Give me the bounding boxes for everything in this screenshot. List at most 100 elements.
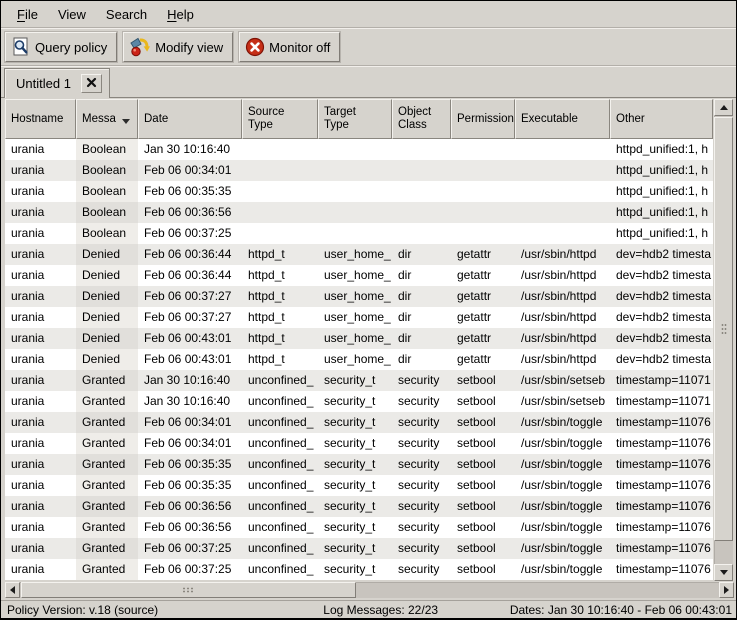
column-header-messa[interactable]: Messa [76,99,138,139]
table-row[interactable]: uraniaGrantedFeb 06 00:35:35unconfined_s… [5,475,713,496]
cell-permission: setbool [451,391,515,412]
table-row[interactable]: uraniaBooleanFeb 06 00:36:56httpd_unifie… [5,202,713,223]
cell-source-type: unconfined_ [242,454,318,475]
horizontal-scroll-thumb[interactable] [21,582,356,598]
table-row[interactable]: uraniaDeniedFeb 06 00:43:01httpd_tuser_h… [5,328,713,349]
menu-file[interactable]: File [7,3,48,26]
cell-target-type: user_home_ [318,265,392,286]
cell-messa: Granted [76,412,138,433]
menu-view[interactable]: View [48,3,96,26]
scroll-left-button[interactable] [5,582,20,598]
cell-executable: /usr/sbin/toggle [515,496,610,517]
table-row[interactable]: uraniaDeniedFeb 06 00:37:27httpd_tuser_h… [5,307,713,328]
column-header-object-class[interactable]: Object Class [392,99,451,139]
toolbar: Query policy Modify view Mo [1,29,736,66]
tab-label: Untitled 1 [16,76,71,91]
cell-executable [515,139,610,160]
cell-date: Feb 06 00:34:01 [138,160,242,181]
column-label: Date [144,113,168,126]
table-row[interactable]: uraniaGrantedFeb 06 00:37:25unconfined_s… [5,538,713,559]
cell-target-type [318,160,392,181]
table-row[interactable]: uraniaDeniedFeb 06 00:43:01httpd_tuser_h… [5,349,713,370]
table-row[interactable]: uraniaGrantedFeb 06 00:36:56unconfined_s… [5,517,713,538]
table-row[interactable]: uraniaGrantedFeb 06 00:35:35unconfined_s… [5,454,713,475]
thumb-grip-icon [721,323,727,336]
cell-source-type: unconfined_ [242,433,318,454]
table-row[interactable]: uraniaGrantedJan 30 10:16:40unconfined_s… [5,370,713,391]
cell-hostname: urania [5,370,76,391]
cell-executable: /usr/sbin/httpd [515,349,610,370]
table-row[interactable]: uraniaGrantedFeb 06 00:34:01unconfined_s… [5,412,713,433]
cell-permission: setbool [451,538,515,559]
vertical-scroll-track[interactable] [714,116,733,564]
table-row[interactable]: uraniaGrantedFeb 06 00:37:25unconfined_s… [5,559,713,580]
table-row[interactable]: uraniaDeniedFeb 06 00:37:27httpd_tuser_h… [5,286,713,307]
tab-untitled-1[interactable]: Untitled 1 [4,68,110,98]
monitor-off-button[interactable]: Monitor off [239,32,340,62]
cell-messa: Granted [76,475,138,496]
cell-date: Jan 30 10:16:40 [138,391,242,412]
cell-date: Feb 06 00:35:35 [138,181,242,202]
table-row[interactable]: uraniaGrantedFeb 06 00:36:56unconfined_s… [5,496,713,517]
vertical-scroll-thumb[interactable] [714,117,733,541]
cell-messa: Denied [76,244,138,265]
table-row[interactable]: uraniaDeniedFeb 06 00:36:44httpd_tuser_h… [5,244,713,265]
table-row[interactable]: uraniaBooleanFeb 06 00:34:01httpd_unifie… [5,160,713,181]
cell-permission: setbool [451,412,515,433]
table-row[interactable]: uraniaBooleanJan 30 10:16:40httpd_unifie… [5,139,713,160]
cell-target-type: security_t [318,496,392,517]
column-label: Messa [82,113,116,126]
cell-source-type: unconfined_ [242,517,318,538]
vertical-scrollbar[interactable] [714,99,733,581]
table-header-row: HostnameMessaDateSource TypeTarget TypeO… [5,99,713,139]
cell-executable: /usr/sbin/toggle [515,412,610,433]
table-row[interactable]: uraniaBooleanFeb 06 00:35:35httpd_unifie… [5,181,713,202]
column-header-source-type[interactable]: Source Type [242,99,318,139]
horizontal-scroll-track[interactable] [20,582,719,598]
document-search-icon [10,36,32,58]
table-row[interactable]: uraniaBooleanFeb 06 00:37:25httpd_unifie… [5,223,713,244]
cell-messa: Denied [76,328,138,349]
scroll-down-button[interactable] [714,564,733,581]
cell-executable: /usr/sbin/toggle [515,475,610,496]
column-header-target-type[interactable]: Target Type [318,99,392,139]
tab-close-button[interactable] [81,74,102,93]
monitor-off-label: Monitor off [269,40,330,55]
table-row[interactable]: uraniaGrantedFeb 06 00:34:01unconfined_s… [5,433,713,454]
cell-object-class: dir [392,328,451,349]
column-header-permission[interactable]: Permission [451,99,515,139]
cell-executable: /usr/sbin/toggle [515,538,610,559]
scroll-right-button[interactable] [719,582,734,598]
menu-help[interactable]: Help [157,3,204,26]
menu-search[interactable]: Search [96,3,157,26]
cell-target-type [318,202,392,223]
query-policy-button[interactable]: Query policy [5,32,117,62]
cell-other: dev=hdb2 timesta [610,328,713,349]
cell-other: httpd_unified:1, h [610,223,713,244]
cell-date: Feb 06 00:35:35 [138,454,242,475]
cell-date: Feb 06 00:34:01 [138,412,242,433]
modify-view-button[interactable]: Modify view [123,32,233,62]
cell-date: Feb 06 00:43:01 [138,328,242,349]
column-header-executable[interactable]: Executable [515,99,610,139]
cell-permission [451,160,515,181]
column-header-date[interactable]: Date [138,99,242,139]
column-header-other[interactable]: Other [610,99,713,139]
horizontal-scrollbar[interactable] [5,582,734,598]
cell-object-class: security [392,475,451,496]
column-label: Other [616,113,645,126]
arrow-left-icon [10,586,15,594]
table-row[interactable]: uraniaDeniedFeb 06 00:36:44httpd_tuser_h… [5,265,713,286]
cell-hostname: urania [5,496,76,517]
column-header-hostname[interactable]: Hostname [5,99,76,139]
cell-other: timestamp=11076 [610,475,713,496]
cell-hostname: urania [5,223,76,244]
cell-hostname: urania [5,139,76,160]
table-row[interactable]: uraniaGrantedJan 30 10:16:40unconfined_s… [5,391,713,412]
seaudit-window: FileViewSearchHelp Query policy [0,0,737,620]
scroll-up-button[interactable] [714,99,733,116]
column-label: Object Class [398,106,431,132]
cell-messa: Granted [76,454,138,475]
cell-hostname: urania [5,307,76,328]
cell-other: timestamp=11071 [610,370,713,391]
